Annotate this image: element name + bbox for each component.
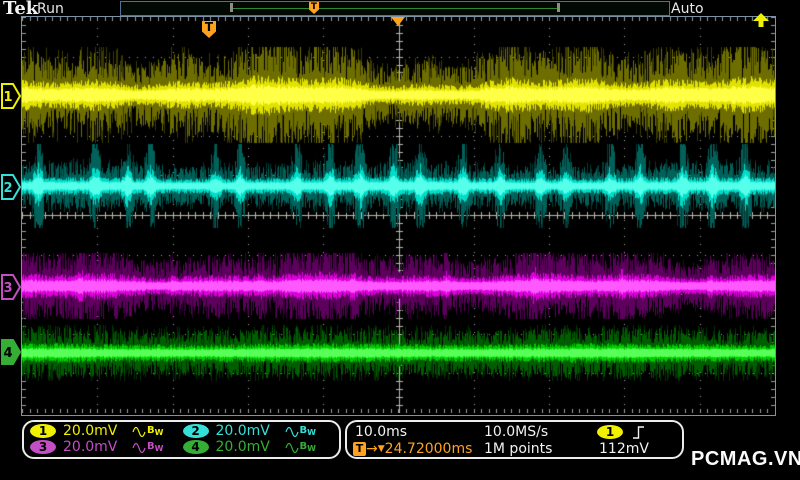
record-waveform-line [233, 8, 559, 9]
channel-2-badge: 2 [182, 424, 209, 438]
trigger-arrow-icon: → [366, 441, 378, 457]
channel-4-coupling-icons: BW [284, 441, 316, 453]
channel-4-readout: 4 20.0mV BW [182, 439, 336, 455]
time-per-div: 10.0ms [355, 424, 408, 440]
watermark: PCMAG.VN [691, 448, 800, 470]
bandwidth-limit-icon: BW [147, 441, 164, 453]
channel-3-scale: 20.0mV [63, 439, 118, 455]
trigger-source-badge: 1 [597, 425, 623, 439]
window-bracket-left [230, 3, 233, 12]
channel-4-position-marker: 4 [1, 339, 21, 365]
ac-coupling-icon [284, 442, 299, 453]
channel-3-coupling-icons: BW [132, 441, 163, 453]
trigger-delay-readout: T → ▼ 24.72000ms [353, 441, 472, 457]
trigger-level-offscreen-arrow-icon [753, 13, 769, 27]
expansion-point-icon [391, 17, 405, 26]
ac-coupling-icon [284, 426, 299, 437]
channel-2-readout: 2 20.0mV BW [182, 423, 336, 439]
channel-3-readout: 3 20.0mV BW [30, 439, 183, 455]
window-bracket-right [557, 3, 560, 12]
svg-text:1: 1 [3, 90, 12, 105]
channel-2-position-marker: 2 [1, 174, 21, 200]
channel-1-readout: 1 20.0mV BW [30, 423, 183, 439]
oscilloscope-screen: Tek Run T Auto T 1 2 3 4 1 20.0mV BW 2 2… [0, 0, 800, 480]
trigger-record-marker-icon: T [309, 2, 319, 14]
channel-2-coupling-icons: BW [284, 425, 316, 437]
acquisition-status: Run [37, 1, 64, 17]
bandwidth-limit-icon: BW [299, 441, 316, 453]
channel-4-badge: 4 [182, 440, 209, 454]
channel-2-scale: 20.0mV [215, 423, 270, 439]
sample-rate: 10.0MS/s [484, 424, 549, 440]
channel-4-scale: 20.0mV [215, 439, 270, 455]
channel-1-scale: 20.0mV [63, 423, 118, 439]
bandwidth-limit-icon: BW [299, 425, 316, 437]
channel-1-coupling-icons: BW [132, 425, 163, 437]
trigger-level: 112mV [599, 441, 649, 457]
channel-1-badge: 1 [30, 424, 56, 438]
trigger-mode-status: Auto [671, 1, 704, 17]
trigger-delay-time: 24.72000ms [384, 441, 473, 457]
svg-text:4: 4 [3, 346, 12, 361]
channel-1-position-marker: 1 [1, 83, 21, 109]
ac-coupling-icon [132, 442, 146, 453]
trigger-t-icon: T [353, 442, 366, 456]
acquisition-preview-bar: T [120, 1, 670, 16]
record-length: 1M points [484, 441, 553, 457]
channel-3-badge: 3 [30, 440, 56, 454]
ac-coupling-icon [132, 426, 146, 437]
svg-text:3: 3 [3, 281, 12, 296]
bandwidth-limit-icon: BW [147, 425, 164, 437]
horizontal-trigger-readout-panel: 10.0ms 10.0MS/s 1 T → ▼ 24.72000ms 1M po… [345, 420, 684, 459]
svg-text:2: 2 [3, 181, 12, 196]
trigger-delay-marker-icon: ▼ [377, 444, 385, 454]
waveform-canvas [22, 17, 775, 413]
trigger-slope-rising-icon [633, 426, 644, 439]
channel-3-position-marker: 3 [1, 274, 21, 300]
channel-readout-panel: 1 20.0mV BW 2 20.0mV BW 3 20.0mV BW 4 20… [22, 420, 341, 459]
